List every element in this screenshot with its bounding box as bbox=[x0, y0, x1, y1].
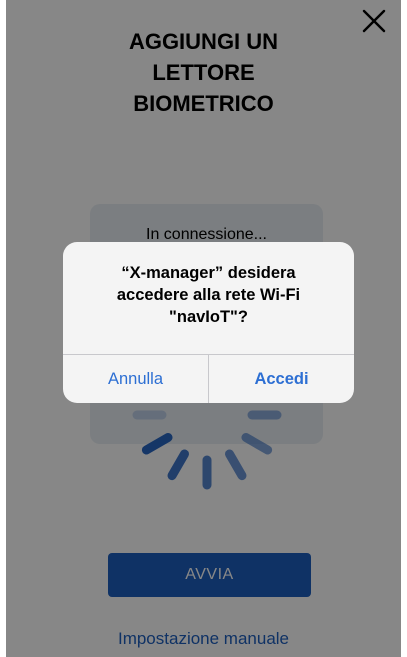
screen: AGGIUNGI UN LETTORE BIOMETRICO In connes… bbox=[6, 0, 401, 657]
alert-message: “X-manager” desidera accedere alla rete … bbox=[75, 262, 342, 328]
join-network-button[interactable]: Accedi bbox=[208, 355, 354, 403]
cancel-button[interactable]: Annulla bbox=[63, 355, 208, 403]
wifi-permission-alert: “X-manager” desidera accedere alla rete … bbox=[63, 242, 354, 403]
alert-actions: Annulla Accedi bbox=[63, 354, 354, 403]
alert-message-line-2: accedere alla rete Wi-Fi bbox=[116, 286, 301, 304]
alert-message-line-3: "navIoT"? bbox=[169, 308, 248, 326]
alert-message-line-1: “X-manager” desidera bbox=[121, 264, 296, 282]
